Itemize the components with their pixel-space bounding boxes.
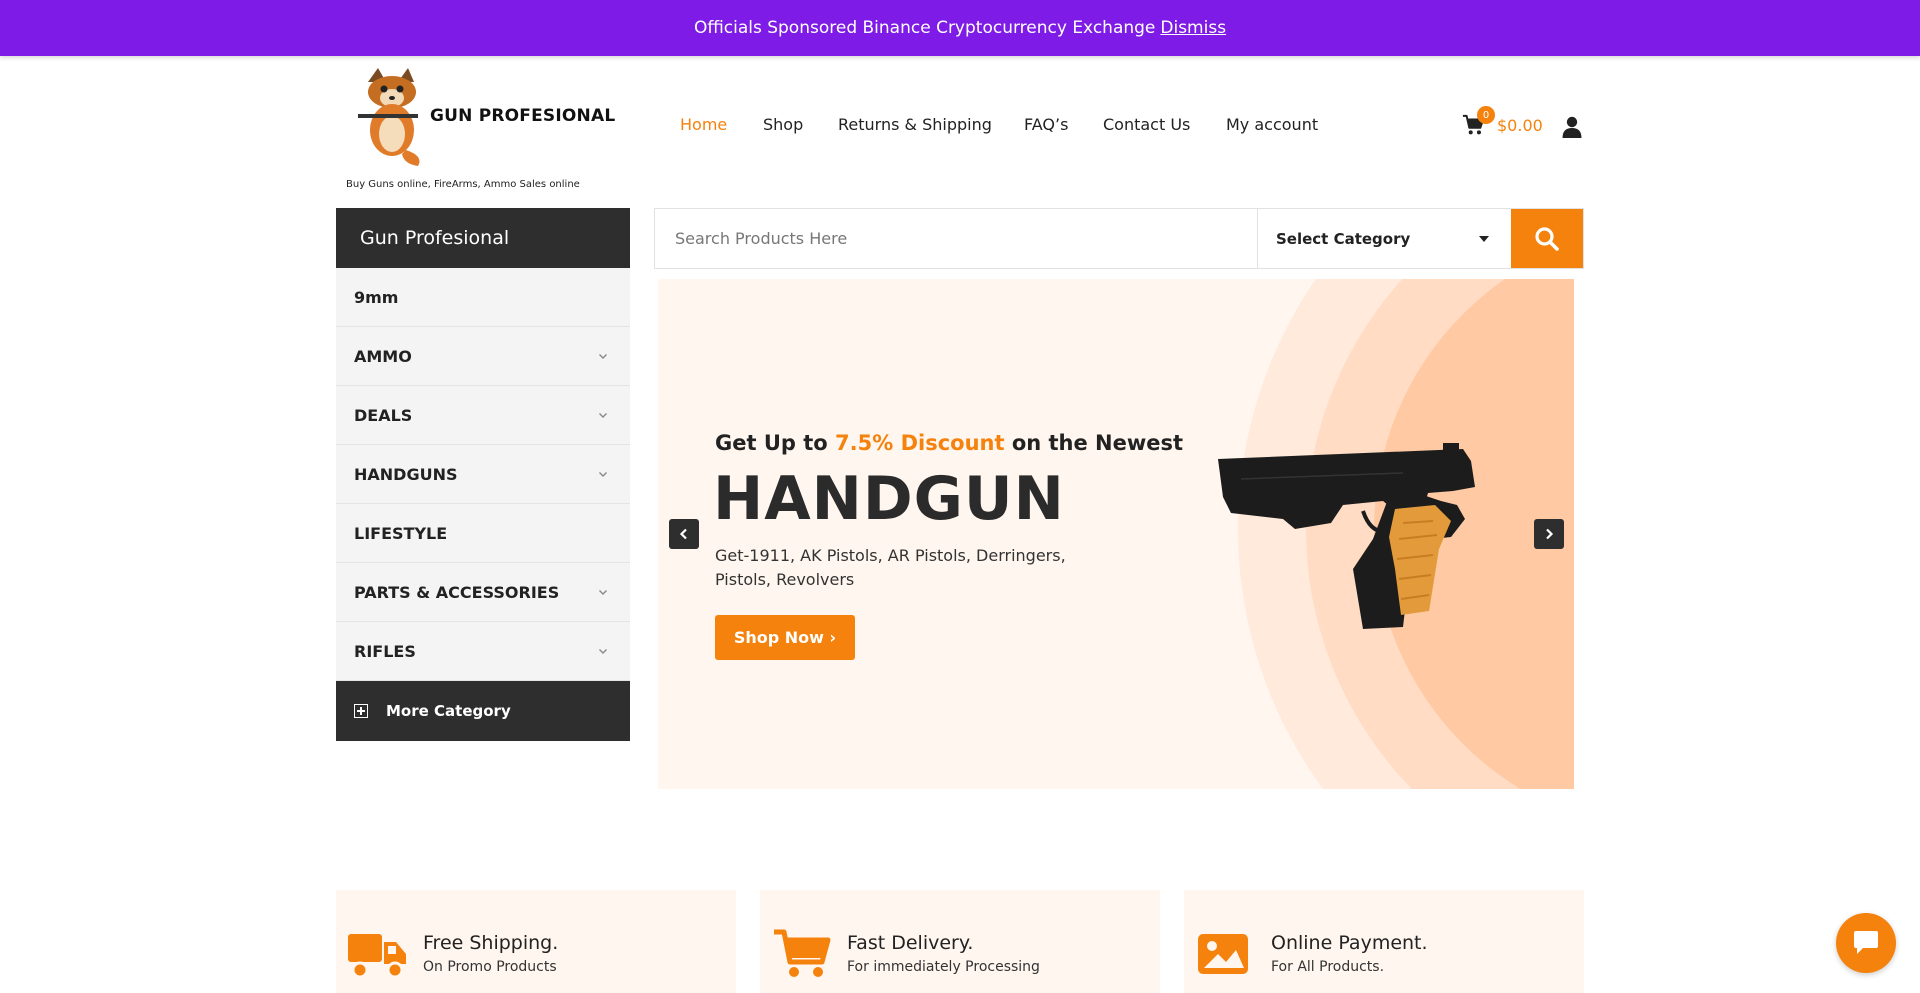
hero-slider: Get Up to 7.5% Discount on the Newest HA…: [658, 279, 1574, 789]
sidebar-item-9mm[interactable]: 9mm: [336, 268, 630, 327]
cart-count-badge: 0: [1477, 106, 1495, 124]
chat-bubble-icon: [1854, 931, 1878, 954]
cart-total[interactable]: $0.00: [1497, 116, 1543, 135]
user-account-icon[interactable]: [1562, 116, 1582, 138]
search-input[interactable]: [655, 209, 1257, 268]
hero-title: HANDGUN: [713, 464, 1065, 534]
sidebar-item-label: PARTS & ACCESSORIES: [354, 582, 560, 602]
search-icon: [1535, 226, 1559, 251]
sidebar-item-handguns[interactable]: HANDGUNS: [336, 445, 630, 504]
feature-subtitle: For All Products.: [1271, 959, 1385, 975]
sidebar-item-lifestyle[interactable]: LIFESTYLE: [336, 504, 630, 563]
sidebar-item-label: 9mm: [354, 287, 399, 307]
nav-shop[interactable]: Shop: [763, 115, 803, 134]
chevron-down-icon: [599, 413, 607, 418]
promo-banner: Officials Sponsored Binance Cryptocurren…: [0, 0, 1920, 56]
sidebar-item-deals[interactable]: DEALS: [336, 386, 630, 445]
nav-faqs[interactable]: FAQ’s: [1024, 115, 1068, 134]
feature-fast-delivery: Fast Delivery. For immediately Processin…: [760, 890, 1160, 993]
hero-subtitle-prefix: Get Up to: [715, 431, 828, 455]
chevron-down-icon: [599, 472, 607, 477]
search-button[interactable]: [1511, 209, 1583, 268]
sidebar-item-label: DEALS: [354, 405, 413, 425]
cart-icon: [774, 929, 831, 977]
feature-subtitle: On Promo Products: [423, 959, 557, 975]
nav-contact-us[interactable]: Contact Us: [1103, 115, 1190, 134]
nav-returns-shipping[interactable]: Returns & Shipping: [838, 115, 992, 134]
chevron-down-icon: [599, 590, 607, 595]
feature-subtitle: For immediately Processing: [847, 959, 1040, 975]
chat-button[interactable]: [1836, 913, 1896, 973]
category-select-label: Select Category: [1276, 229, 1411, 248]
caret-down-icon: [1479, 235, 1489, 242]
hero-description: Get-1911, AK Pistols, AR Pistols, Derrin…: [715, 546, 1066, 589]
sidebar-item-label: LIFESTYLE: [354, 523, 448, 543]
dismiss-link[interactable]: Dismiss: [1160, 18, 1226, 38]
logo-text: GUN PROFESIONAL: [430, 106, 616, 126]
sidebar-item-label: AMMO: [354, 346, 412, 366]
sidebar-item-ammo[interactable]: AMMO: [336, 327, 630, 386]
product-search-bar: Select Category: [654, 208, 1584, 269]
nav-my-account[interactable]: My account: [1226, 115, 1318, 134]
sidebar-item-label: RIFLES: [354, 641, 416, 661]
nav-home[interactable]: Home: [680, 115, 727, 134]
feature-title: Free Shipping.: [423, 932, 559, 954]
feature-free-shipping: Free Shipping. On Promo Products: [336, 890, 736, 993]
slider-prev-button[interactable]: [669, 519, 699, 549]
shop-now-button[interactable]: Shop Now ›: [715, 615, 855, 660]
sidebar-item-rifles[interactable]: RIFLES: [336, 622, 630, 681]
promo-text: Officials Sponsored Binance Cryptocurren…: [693, 18, 1156, 38]
image-icon: [1198, 934, 1248, 974]
chevron-right-icon: [1546, 528, 1554, 540]
category-sidebar: Gun Profesional 9mm AMMO DEALS HANDGUNS …: [336, 208, 630, 741]
hero-subtitle-suffix: on the Newest: [1011, 431, 1184, 455]
chevron-down-icon: [599, 354, 607, 359]
site-tagline: Buy Guns online, FireArms, Ammo Sales on…: [346, 179, 580, 190]
sidebar-item-parts-accessories[interactable]: PARTS & ACCESSORIES: [336, 563, 630, 622]
plus-square-icon: [354, 704, 368, 718]
more-category-label: More Category: [386, 702, 511, 720]
feature-title: Online Payment.: [1271, 932, 1428, 954]
slider-next-button[interactable]: [1534, 519, 1564, 549]
hero-subtitle: Get Up to 7.5% Discount on the Newest: [715, 431, 1183, 455]
hero-discount: 7.5% Discount: [835, 431, 1005, 455]
sidebar-title: Gun Profesional: [336, 208, 630, 268]
sidebar-item-label: HANDGUNS: [354, 464, 458, 484]
chevron-left-icon: [679, 528, 687, 540]
feature-online-payment: Online Payment. For All Products.: [1184, 890, 1584, 993]
handgun-image: [1218, 443, 1475, 629]
category-select[interactable]: Select Category: [1257, 209, 1511, 268]
more-category-button[interactable]: More Category: [336, 681, 630, 741]
feature-title: Fast Delivery.: [847, 932, 974, 954]
truck-icon: [348, 934, 406, 979]
chevron-down-icon: [599, 649, 607, 654]
